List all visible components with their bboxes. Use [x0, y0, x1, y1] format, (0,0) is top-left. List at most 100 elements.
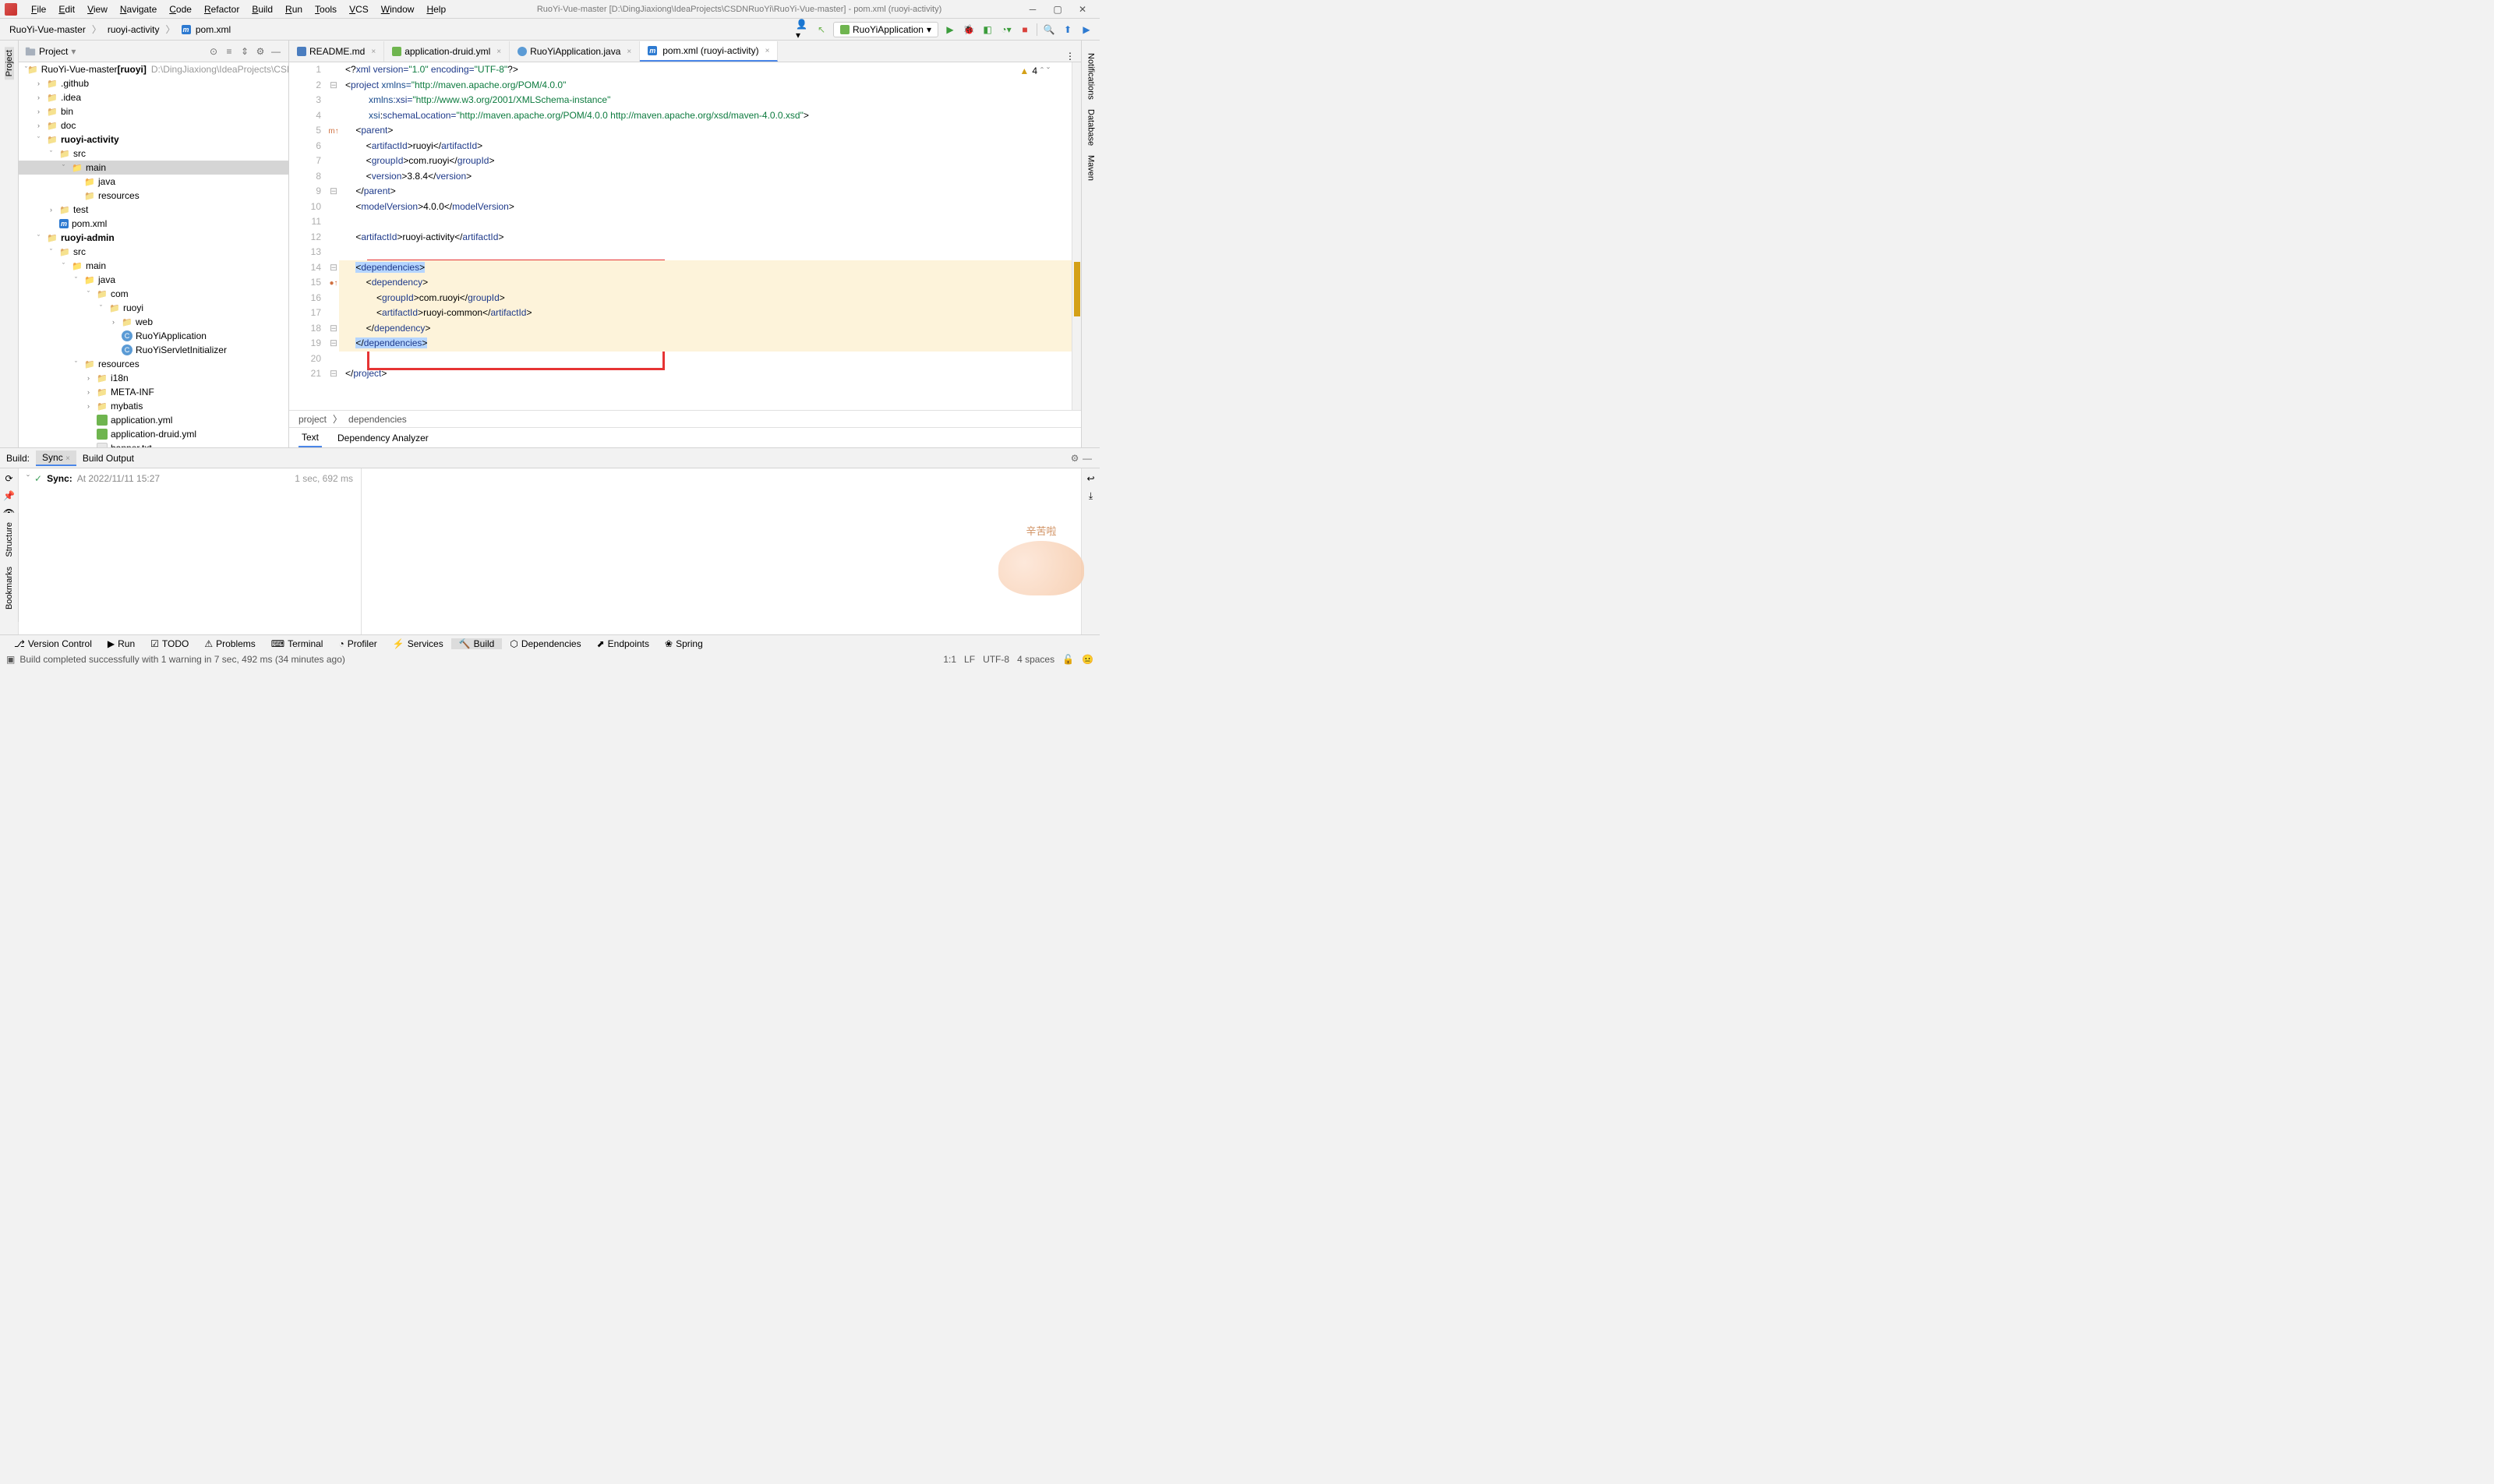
tree-item[interactable]: ˇRuoYi-Vue-master [ruoyi]D:\DingJiaxiong…: [19, 62, 288, 76]
menu-code[interactable]: Code: [163, 4, 198, 15]
menu-window[interactable]: Window: [375, 4, 421, 15]
tree-item[interactable]: resources: [19, 189, 288, 203]
tree-item[interactable]: ›test: [19, 203, 288, 217]
breadcrumb-item[interactable]: ruoyi-activity: [104, 23, 163, 37]
pin-icon[interactable]: 📌: [3, 490, 15, 501]
bottom-tool-problems[interactable]: ⚠ Problems: [196, 638, 263, 649]
build-output-tab[interactable]: Build Output: [76, 451, 140, 465]
code-editor[interactable]: 123456789101112131415161718192021 ⊟m↑⊟⊟●…: [289, 62, 1081, 410]
tool-window-icon[interactable]: ▣: [6, 654, 15, 665]
bookmarks-tool-button[interactable]: Bookmarks: [5, 564, 14, 613]
collapse-all-icon[interactable]: ⇕: [238, 45, 251, 58]
bottom-tool-endpoints[interactable]: ⬈ Endpoints: [589, 638, 657, 649]
menu-help[interactable]: Help: [420, 4, 452, 15]
menu-view[interactable]: View: [81, 4, 114, 15]
maven-tool-button[interactable]: Maven: [1086, 152, 1096, 184]
breadcrumb-item[interactable]: m pom.xml: [178, 23, 235, 37]
bottom-tool-todo[interactable]: ☑ TODO: [143, 638, 196, 649]
lock-icon[interactable]: 🔓: [1062, 654, 1074, 665]
tree-item[interactable]: ˇjava: [19, 273, 288, 287]
tree-item[interactable]: ˇruoyi-admin: [19, 231, 288, 245]
tree-item[interactable]: mpom.xml: [19, 217, 288, 231]
menu-file[interactable]: File: [25, 4, 52, 15]
menu-build[interactable]: Build: [246, 4, 279, 15]
menu-tools[interactable]: Tools: [309, 4, 343, 15]
tree-item[interactable]: ˇmain: [19, 259, 288, 273]
search-icon[interactable]: 🔍: [1042, 23, 1056, 37]
caret-position[interactable]: 1:1: [943, 654, 956, 665]
ide-icon[interactable]: ▶: [1079, 23, 1093, 37]
debug-button[interactable]: 🐞: [962, 23, 976, 37]
tree-item[interactable]: ˇmain: [19, 161, 288, 175]
minimize-button[interactable]: ─: [1026, 3, 1039, 16]
editor-breadcrumb-item[interactable]: project: [299, 414, 327, 425]
soft-wrap-icon[interactable]: ↩: [1086, 473, 1094, 484]
inspector-icon[interactable]: 😐: [1082, 654, 1093, 665]
expand-all-icon[interactable]: ≡: [223, 45, 235, 58]
back-arrow-icon[interactable]: ↖: [814, 23, 828, 37]
run-configuration-selector[interactable]: RuoYiApplication ▾: [833, 22, 938, 37]
structure-tool-button[interactable]: Structure: [5, 519, 14, 560]
gear-icon[interactable]: ⚙: [1069, 452, 1081, 465]
sync-status-row[interactable]: ˇ ✓ Sync: At 2022/11/11 15:27 1 sec, 692…: [26, 473, 353, 484]
user-icon[interactable]: 👤▾: [796, 23, 810, 37]
tree-item[interactable]: ›.idea: [19, 90, 288, 104]
editor-tab[interactable]: application-druid.yml×: [384, 41, 510, 62]
breadcrumb-item[interactable]: RuoYi-Vue-master: [6, 23, 89, 37]
tree-item[interactable]: ˇruoyi: [19, 301, 288, 315]
tree-item[interactable]: ›i18n: [19, 371, 288, 385]
maximize-button[interactable]: ▢: [1051, 3, 1064, 16]
coverage-button[interactable]: ◧: [980, 23, 994, 37]
bottom-tool-terminal[interactable]: ⌨ Terminal: [263, 638, 331, 649]
tree-item[interactable]: ˇruoyi-activity: [19, 132, 288, 147]
editor-tab[interactable]: RuoYiApplication.java×: [510, 41, 640, 62]
settings-icon[interactable]: ⚙: [254, 45, 267, 58]
run-button[interactable]: ▶: [943, 23, 957, 37]
sync-tab[interactable]: Sync ×: [36, 450, 76, 466]
tree-item[interactable]: CRuoYiServletInitializer: [19, 343, 288, 357]
tree-item[interactable]: java: [19, 175, 288, 189]
bottom-tool-run[interactable]: ▶ Run: [100, 638, 143, 649]
error-stripe[interactable]: [1072, 62, 1081, 410]
tree-item[interactable]: ›mybatis: [19, 399, 288, 413]
sync-icon[interactable]: ⬆: [1061, 23, 1075, 37]
editor-tab[interactable]: mpom.xml (ruoyi-activity)×: [640, 41, 778, 62]
hide-icon[interactable]: —: [1081, 452, 1093, 465]
project-tree[interactable]: ˇRuoYi-Vue-master [ruoyi]D:\DingJiaxiong…: [19, 62, 288, 447]
menu-navigate[interactable]: Navigate: [114, 4, 163, 15]
hide-panel-icon[interactable]: —: [270, 45, 282, 58]
editor-tab[interactable]: README.md×: [289, 41, 384, 62]
tree-item[interactable]: ›web: [19, 315, 288, 329]
bottom-tool-services[interactable]: ⚡ Services: [385, 638, 451, 649]
stop-button[interactable]: ■: [1018, 23, 1032, 37]
tree-item[interactable]: ›.github: [19, 76, 288, 90]
tree-item[interactable]: application.yml: [19, 413, 288, 427]
line-separator[interactable]: LF: [964, 654, 975, 665]
tree-item[interactable]: application-druid.yml: [19, 427, 288, 441]
menu-edit[interactable]: Edit: [52, 4, 81, 15]
tree-item[interactable]: ˇcom: [19, 287, 288, 301]
tree-item[interactable]: ›doc: [19, 118, 288, 132]
project-tool-button[interactable]: Project: [5, 47, 14, 80]
tab-options[interactable]: ⋮: [1059, 51, 1081, 62]
refresh-icon[interactable]: ⟳: [5, 473, 12, 484]
tree-item[interactable]: ›META-INF: [19, 385, 288, 399]
editor-subtab[interactable]: Dependency Analyzer: [334, 429, 432, 447]
indent-setting[interactable]: 4 spaces: [1017, 654, 1054, 665]
inspection-widget[interactable]: ▲ 4 ˆ ˇ: [1019, 65, 1050, 76]
menu-refactor[interactable]: Refactor: [198, 4, 246, 15]
tree-item[interactable]: ˇsrc: [19, 147, 288, 161]
notifications-tool-button[interactable]: Notifications: [1086, 50, 1096, 103]
tree-item[interactable]: CRuoYiApplication: [19, 329, 288, 343]
profile-button[interactable]: ◔▾: [999, 23, 1013, 37]
select-opened-file-icon[interactable]: ⊙: [207, 45, 220, 58]
bottom-tool-dependencies[interactable]: ⬡ Dependencies: [502, 638, 588, 649]
tree-item[interactable]: ˇsrc: [19, 245, 288, 259]
database-tool-button[interactable]: Database: [1086, 106, 1096, 149]
tree-item[interactable]: ›bin: [19, 104, 288, 118]
bottom-tool-profiler[interactable]: ◔ Profiler: [330, 638, 384, 649]
bottom-tool-build[interactable]: 🔨 Build: [451, 638, 503, 649]
close-button[interactable]: ✕: [1076, 3, 1089, 16]
tree-item[interactable]: ˇresources: [19, 357, 288, 371]
editor-subtab[interactable]: Text: [299, 429, 322, 447]
